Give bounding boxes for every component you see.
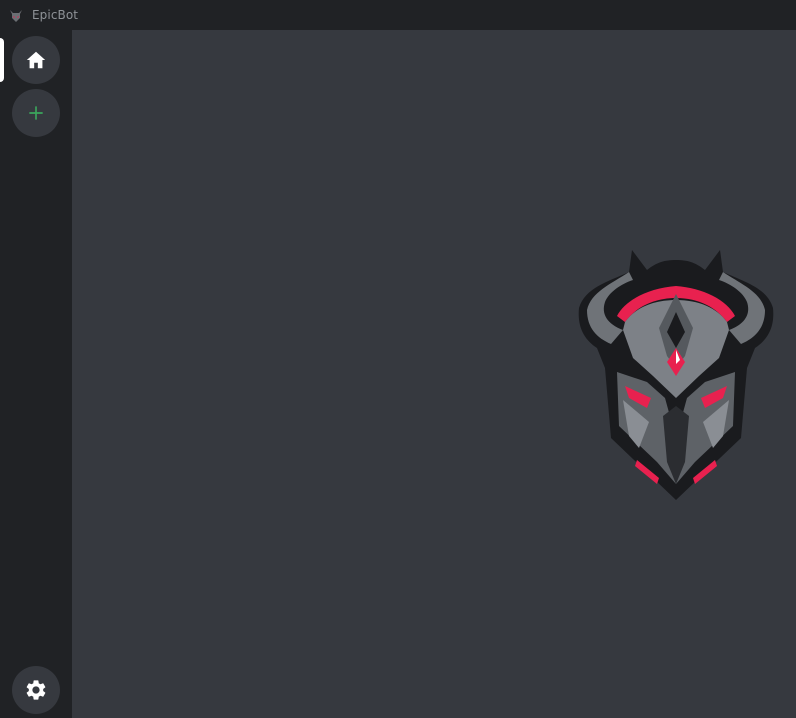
home-button[interactable] bbox=[12, 36, 60, 84]
gear-icon bbox=[26, 680, 46, 700]
demon-helmet-logo bbox=[578, 250, 774, 500]
title-bar: EpicBot bbox=[0, 0, 796, 30]
plus-icon bbox=[29, 106, 43, 120]
home-icon bbox=[26, 51, 46, 69]
settings-button[interactable] bbox=[12, 666, 60, 714]
main-content bbox=[72, 30, 796, 718]
active-indicator bbox=[0, 38, 4, 82]
add-server-button[interactable] bbox=[12, 89, 60, 137]
server-sidebar bbox=[0, 30, 72, 718]
window-title: EpicBot bbox=[32, 8, 79, 22]
app-icon bbox=[9, 8, 23, 22]
